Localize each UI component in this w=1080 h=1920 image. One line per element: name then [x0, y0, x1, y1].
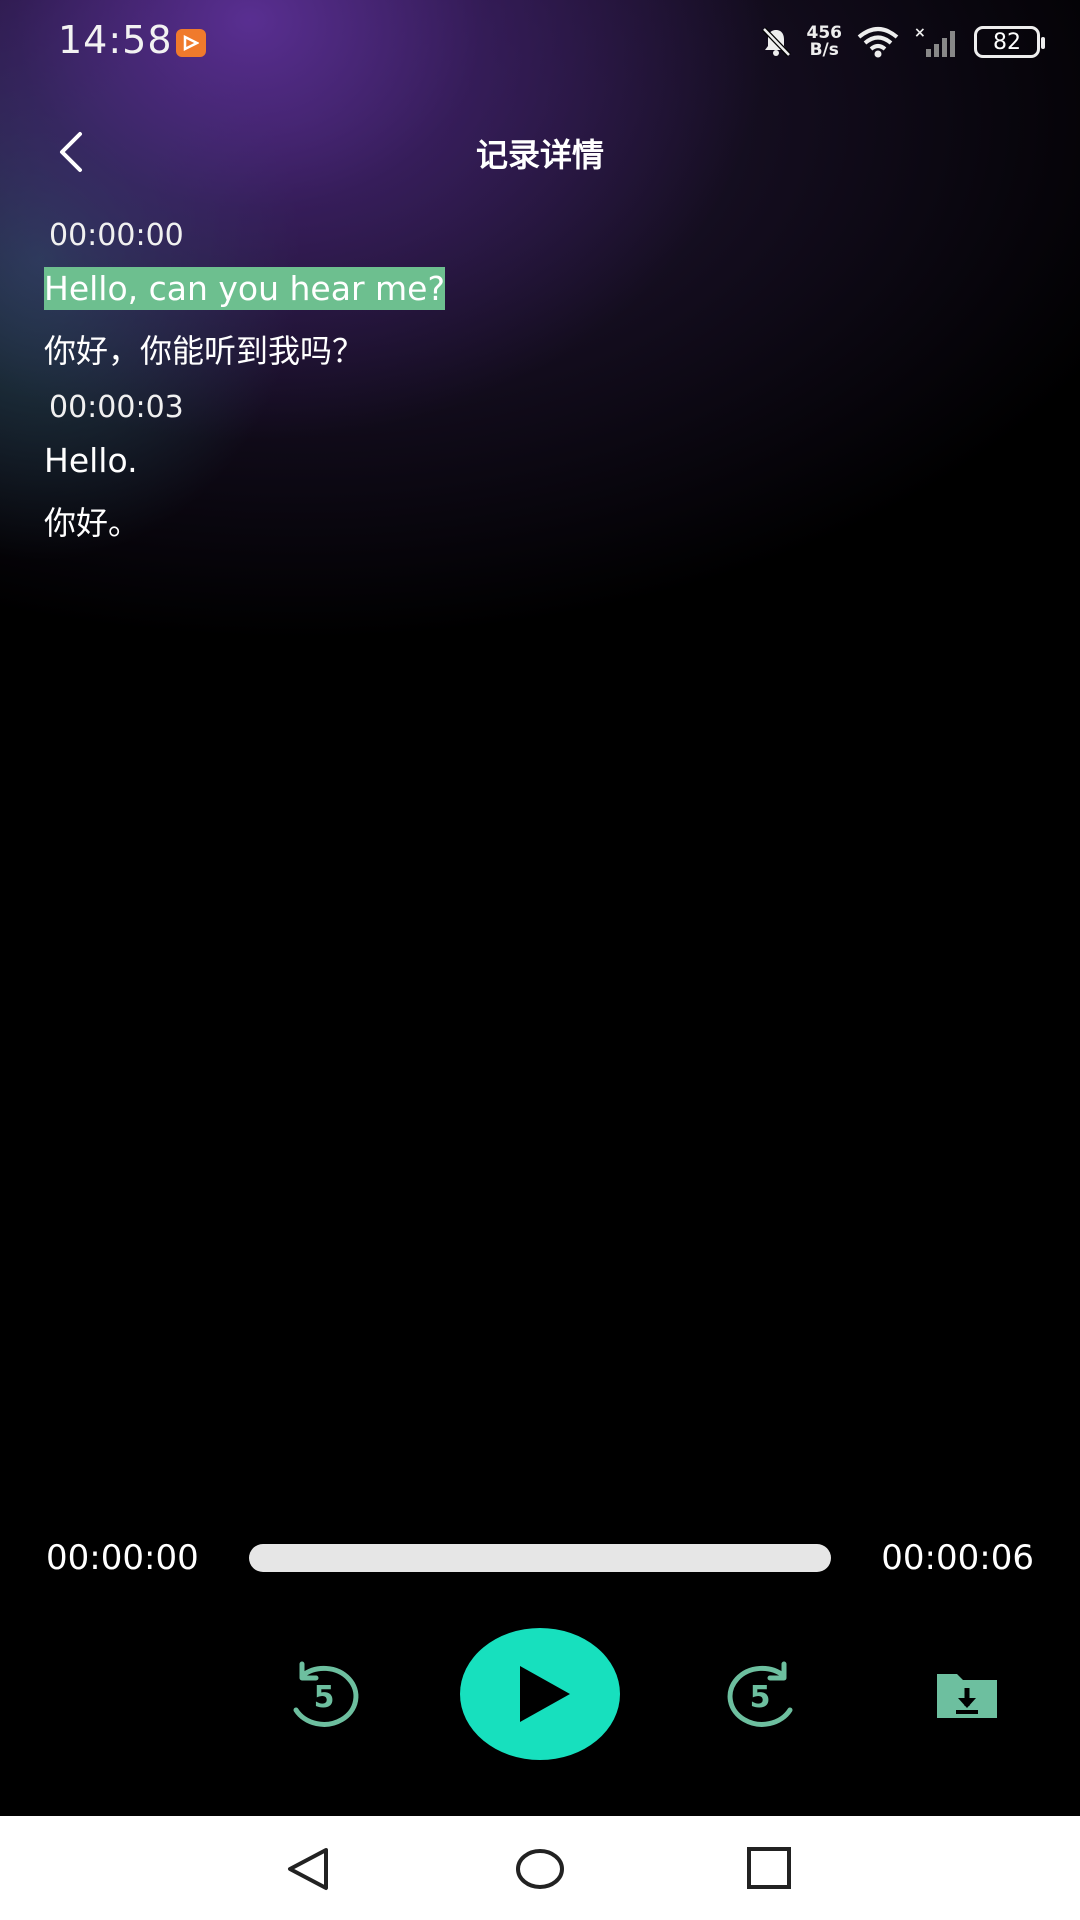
current-time: 00:00:00	[46, 1538, 199, 1578]
rewind-seconds: 5	[314, 1680, 335, 1715]
system-nav-bar	[0, 1816, 1080, 1920]
nav-home-icon	[516, 1849, 564, 1889]
play-button[interactable]	[460, 1628, 620, 1760]
signal-icon: ×	[914, 25, 955, 57]
play-badge-icon	[176, 29, 206, 57]
forward-5s-button[interactable]: 5	[720, 1658, 806, 1732]
folder-download-icon	[937, 1674, 997, 1718]
status-time: 14:58	[58, 18, 173, 62]
entry-timestamp: 00:00:00	[49, 218, 184, 253]
transcript-list: 00:00:00 Hello, can you hear me? 你好，你能听到…	[44, 212, 1034, 556]
forward-seconds: 5	[750, 1680, 771, 1715]
battery-level: 82	[993, 29, 1021, 55]
forward-icon: 5	[727, 1661, 793, 1727]
status-bar: 14:58 456 B/s × 82	[0, 0, 1080, 84]
total-time: 00:00:06	[881, 1538, 1034, 1578]
rewind-5s-button[interactable]: 5	[280, 1658, 366, 1732]
battery-icon: 82	[974, 26, 1045, 58]
entry-translation-text: 你好。	[44, 504, 141, 542]
progress-bar[interactable]	[249, 1544, 831, 1572]
nav-recents-icon	[747, 1847, 791, 1889]
bell-muted-icon	[761, 27, 791, 57]
status-icons: 456 B/s × 82	[759, 22, 1045, 62]
nav-recents-button[interactable]	[744, 1844, 794, 1894]
play-icon	[520, 1666, 570, 1722]
wifi-icon	[857, 27, 899, 58]
nav-home-button[interactable]	[514, 1844, 564, 1894]
svg-text:×: ×	[914, 25, 926, 41]
rewind-icon: 5	[293, 1661, 359, 1727]
transcript-entry[interactable]: 00:00:03 Hello. 你好。	[44, 384, 1034, 556]
entry-original-text: Hello.	[44, 441, 138, 480]
nav-back-icon	[288, 1848, 328, 1890]
nav-back-button[interactable]	[284, 1844, 334, 1894]
save-to-folder-button[interactable]	[935, 1668, 999, 1720]
page-title: 记录详情	[475, 136, 604, 174]
entry-timestamp: 00:00:03	[49, 390, 184, 425]
transcript-entry[interactable]: 00:00:00 Hello, can you hear me? 你好，你能听到…	[44, 212, 1034, 384]
net-speed: 456 B/s	[806, 23, 843, 60]
entry-original-text: Hello, can you hear me?	[44, 267, 445, 310]
header: 记录详情	[0, 112, 1080, 192]
entry-translation-text: 你好，你能听到我吗？	[44, 332, 365, 370]
